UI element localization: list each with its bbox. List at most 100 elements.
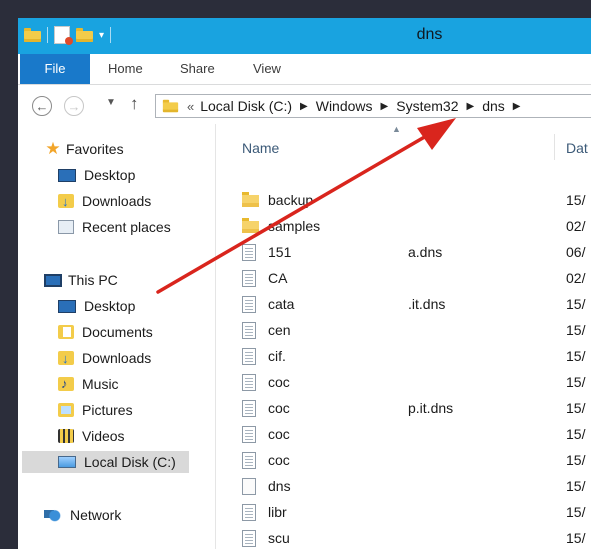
table-row[interactable]: 151 a.dns 06/ bbox=[216, 239, 591, 265]
file-name: coc bbox=[268, 374, 290, 390]
nav-pc-downloads[interactable]: Downloads bbox=[58, 347, 151, 370]
nav-this-pc[interactable]: This PC bbox=[44, 269, 118, 291]
file-name: cen bbox=[268, 322, 291, 338]
nav-item-label: Recent places bbox=[82, 219, 171, 235]
file-icon bbox=[242, 504, 256, 521]
file-name: libr bbox=[268, 504, 287, 520]
recent-locations-chevron-icon[interactable]: ▼ bbox=[106, 97, 116, 108]
table-row[interactable]: cen 15/ bbox=[216, 317, 591, 343]
file-date: 15/ bbox=[566, 478, 586, 494]
file-name-tail: .it.dns bbox=[408, 296, 446, 312]
sort-ascending-icon: ▲ bbox=[392, 124, 401, 134]
nav-fav-recent-places[interactable]: Recent places bbox=[58, 216, 171, 238]
desktop-icon bbox=[58, 299, 76, 313]
file-name: dns bbox=[268, 478, 291, 494]
nav-pc-videos[interactable]: Videos bbox=[58, 425, 125, 447]
file-name: CA bbox=[268, 270, 288, 286]
file-date: 15/ bbox=[566, 400, 586, 416]
file-date: 15/ bbox=[566, 452, 586, 468]
file-icon bbox=[242, 530, 256, 547]
ribbon-tabs: File Home Share View bbox=[18, 54, 591, 85]
file-name: backup bbox=[268, 192, 314, 208]
file-date: 15/ bbox=[566, 530, 586, 546]
column-separator[interactable] bbox=[554, 134, 555, 160]
table-row[interactable]: scu 15/ bbox=[216, 525, 591, 549]
breadcrumb-arrow-icon[interactable]: ▶ bbox=[513, 101, 521, 112]
table-row[interactable]: cata .it.dns 15/ bbox=[216, 291, 591, 317]
file-icon bbox=[242, 244, 256, 261]
pictures-icon bbox=[58, 403, 74, 417]
breadcrumb-system32[interactable]: System32 bbox=[396, 98, 458, 114]
table-row[interactable]: coc 15/ bbox=[216, 447, 591, 473]
folder-icon bbox=[162, 99, 179, 113]
table-row[interactable]: coc p.it.dns 15/ bbox=[216, 395, 591, 421]
file-name: samples bbox=[268, 218, 321, 234]
file-icon bbox=[242, 426, 256, 443]
file-icon bbox=[242, 400, 256, 417]
column-header-date[interactable]: Dat bbox=[566, 136, 588, 160]
nav-item-label: Local Disk (C:) bbox=[84, 454, 176, 470]
breadcrumb-dns[interactable]: dns bbox=[482, 98, 505, 114]
up-button[interactable]: ↑ bbox=[130, 94, 139, 114]
videos-icon bbox=[58, 429, 74, 443]
breadcrumb-local-disk[interactable]: Local Disk (C:) bbox=[200, 98, 292, 114]
tab-share[interactable]: Share bbox=[180, 54, 215, 84]
overflow-chevron[interactable]: « bbox=[187, 99, 194, 114]
file-date: 06/ bbox=[566, 244, 586, 260]
file-icon bbox=[242, 348, 256, 365]
tab-file[interactable]: File bbox=[20, 54, 90, 84]
nav-fav-downloads[interactable]: Downloads bbox=[58, 190, 151, 213]
nav-fav-desktop[interactable]: Desktop bbox=[58, 164, 135, 186]
file-date: 02/ bbox=[566, 218, 586, 234]
back-button[interactable]: ← bbox=[32, 96, 52, 116]
table-row[interactable]: samples 02/ bbox=[216, 213, 591, 239]
table-row[interactable]: backup 15/ bbox=[216, 187, 591, 213]
table-row[interactable]: CA 02/ bbox=[216, 265, 591, 291]
table-row[interactable]: cif. 15/ bbox=[216, 343, 591, 369]
folder-icon bbox=[242, 192, 259, 207]
file-icon bbox=[242, 296, 256, 313]
file-name: coc bbox=[268, 400, 290, 416]
table-row[interactable]: coc 15/ bbox=[216, 369, 591, 395]
navigation-pane: ★ Favorites Desktop Downloads Recent pla… bbox=[18, 124, 215, 549]
nav-network[interactable]: Network bbox=[44, 504, 121, 526]
tab-home[interactable]: Home bbox=[108, 54, 143, 84]
file-list: ▲ Name Dat backup 15/ samples 02/ 151 a.… bbox=[216, 124, 591, 549]
downloads-icon bbox=[58, 348, 74, 370]
nav-favorites-label: Favorites bbox=[66, 141, 124, 157]
nav-pc-music[interactable]: Music bbox=[58, 373, 119, 395]
file-name: scu bbox=[268, 530, 290, 546]
column-header-name[interactable]: Name bbox=[242, 136, 279, 160]
nav-item-label: Documents bbox=[82, 324, 153, 340]
breadcrumb-arrow-icon[interactable]: ▶ bbox=[381, 101, 389, 112]
nav-pc-pictures[interactable]: Pictures bbox=[58, 399, 133, 421]
nav-favorites[interactable]: ★ Favorites bbox=[44, 138, 124, 160]
network-icon bbox=[44, 508, 62, 522]
file-name: coc bbox=[268, 426, 290, 442]
file-date: 15/ bbox=[566, 192, 586, 208]
nav-pc-desktop[interactable]: Desktop bbox=[58, 295, 135, 317]
tab-view[interactable]: View bbox=[253, 54, 281, 84]
address-bar[interactable]: « Local Disk (C:) ▶ Windows ▶ System32 ▶… bbox=[155, 94, 591, 118]
breadcrumb-arrow-icon[interactable]: ▶ bbox=[300, 101, 308, 112]
table-row[interactable]: libr 15/ bbox=[216, 499, 591, 525]
file-date: 15/ bbox=[566, 296, 586, 312]
file-name: 151 bbox=[268, 244, 292, 260]
table-row[interactable]: coc 15/ bbox=[216, 421, 591, 447]
breadcrumb-windows[interactable]: Windows bbox=[316, 98, 373, 114]
nav-item-label: Desktop bbox=[84, 167, 136, 183]
explorer-window: ▾ dns File Home Share View ← → ▼ ↑ « Loc… bbox=[18, 18, 591, 549]
breadcrumb-arrow-icon[interactable]: ▶ bbox=[466, 101, 474, 112]
file-date: 15/ bbox=[566, 426, 586, 442]
music-icon bbox=[58, 373, 74, 395]
nav-pc-local-disk[interactable]: Local Disk (C:) bbox=[22, 451, 189, 473]
forward-button[interactable]: → bbox=[64, 96, 84, 116]
file-date: 15/ bbox=[566, 348, 586, 364]
text-file-icon bbox=[242, 478, 256, 495]
nav-item-label: Music bbox=[82, 376, 119, 392]
documents-icon bbox=[58, 325, 74, 339]
star-icon: ★ bbox=[45, 139, 61, 158]
table-row[interactable]: dns 15/ bbox=[216, 473, 591, 499]
nav-network-label: Network bbox=[70, 507, 122, 523]
nav-pc-documents[interactable]: Documents bbox=[58, 321, 153, 343]
